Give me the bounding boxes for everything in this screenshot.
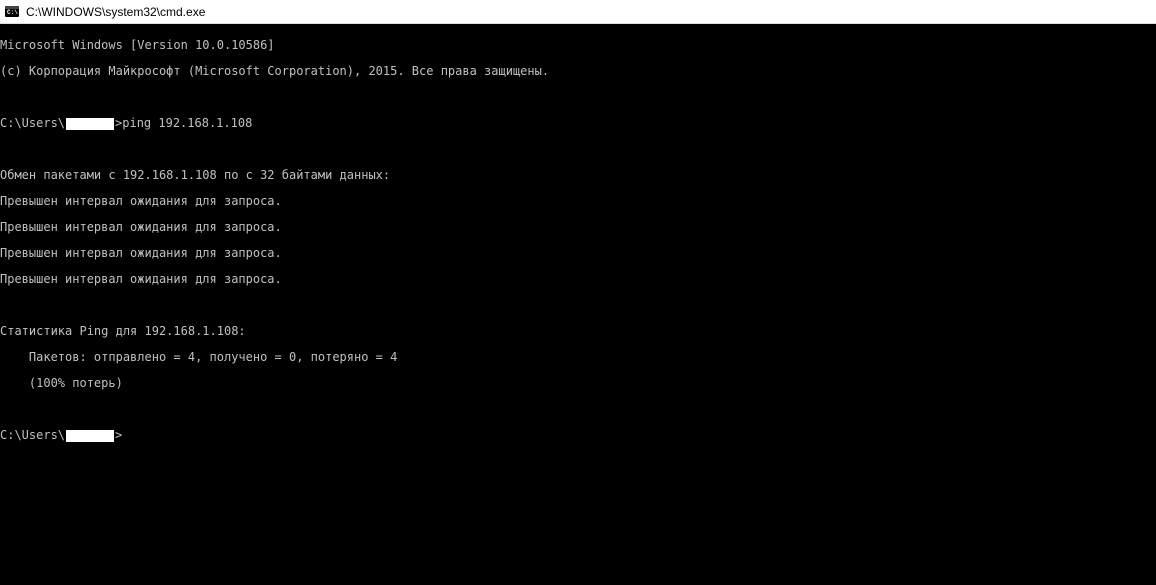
copyright-line: (c) Корпорация Майкрософт (Microsoft Cor… <box>0 65 1156 78</box>
ping-timeout-line: Превышен интервал ожидания для запроса. <box>0 273 1156 286</box>
ping-stats-header: Статистика Ping для 192.168.1.108: <box>0 325 1156 338</box>
prompt-path: C:\Users\ <box>0 429 65 442</box>
prompt-char: > <box>115 429 122 442</box>
current-prompt-line: C:\Users\ > <box>0 429 1156 442</box>
blank-line <box>0 143 1156 156</box>
window-titlebar[interactable]: C:\ C:\WINDOWS\system32\cmd.exe <box>0 0 1156 24</box>
version-line: Microsoft Windows [Version 10.0.10586] <box>0 39 1156 52</box>
blank-line <box>0 299 1156 312</box>
ping-stats-packets: Пакетов: отправлено = 4, получено = 0, п… <box>0 351 1156 364</box>
ping-timeout-line: Превышен интервал ожидания для запроса. <box>0 195 1156 208</box>
ping-exchange-line: Обмен пакетами с 192.168.1.108 по с 32 б… <box>0 169 1156 182</box>
ping-stats-loss: (100% потерь) <box>0 377 1156 390</box>
blank-line <box>0 403 1156 416</box>
cursor <box>122 430 129 442</box>
cmd-icon: C:\ <box>4 4 20 20</box>
prompt-path: C:\Users\ <box>0 117 65 130</box>
redacted-username <box>66 430 114 442</box>
command-prompt-line: C:\Users\ >ping 192.168.1.108 <box>0 117 1156 130</box>
ping-command: >ping 192.168.1.108 <box>115 117 252 130</box>
terminal-output[interactable]: Microsoft Windows [Version 10.0.10586] (… <box>0 24 1156 585</box>
ping-timeout-line: Превышен интервал ожидания для запроса. <box>0 221 1156 234</box>
window-title: C:\WINDOWS\system32\cmd.exe <box>26 5 205 19</box>
blank-line <box>0 91 1156 104</box>
ping-timeout-line: Превышен интервал ожидания для запроса. <box>0 247 1156 260</box>
redacted-username <box>66 118 114 130</box>
